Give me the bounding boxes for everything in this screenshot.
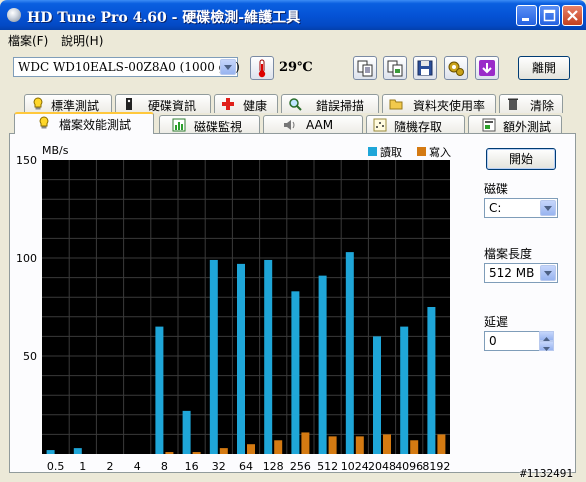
- y-axis-unit-label: MB/s: [42, 144, 69, 157]
- x-tick-label: 32: [212, 460, 226, 473]
- read-bar: [73, 448, 82, 454]
- file-length-value: 512 MB: [489, 266, 535, 280]
- legend-read-label: 讀取: [380, 145, 402, 159]
- write-bar: [165, 452, 174, 454]
- read-bar: [237, 263, 245, 454]
- drive-letter-label: 磁碟: [484, 182, 509, 196]
- delay-value: 0: [489, 334, 497, 348]
- file-length-select[interactable]: 512 MB: [484, 263, 558, 283]
- x-tick-label: 0.5: [47, 460, 65, 473]
- delay-input[interactable]: 0: [484, 331, 540, 351]
- y-tick-label: 100: [16, 252, 37, 265]
- delay-stepper[interactable]: [539, 331, 554, 351]
- read-bar: [345, 252, 354, 454]
- read-bar: [46, 450, 55, 454]
- drive-letter-value: C:: [489, 201, 502, 215]
- write-bar: [410, 440, 419, 454]
- x-tick-label: 1024: [341, 460, 369, 473]
- read-bar: [264, 259, 273, 454]
- tab-file-benchmark[interactable]: 檔案效能測試: [14, 112, 154, 134]
- x-tick-label: 64: [239, 460, 253, 473]
- legend-write-swatch: [417, 147, 426, 156]
- x-tick-label: 2: [107, 460, 114, 473]
- read-bar: [209, 259, 218, 454]
- chevron-down-icon[interactable]: [540, 265, 556, 281]
- x-tick-label: 1: [79, 460, 86, 473]
- stepper-up-button[interactable]: [539, 331, 554, 341]
- write-bar: [192, 452, 201, 454]
- read-bar: [155, 326, 164, 454]
- x-tick-label: 4: [134, 460, 141, 473]
- write-bar: [355, 436, 364, 454]
- read-bar: [373, 336, 381, 454]
- stepper-down-button[interactable]: [539, 341, 554, 351]
- y-tick-label: 150: [16, 154, 37, 167]
- benchmark-chart: 50 100 150 MB/s 0.5 1 2 4 8 16 32 64 128 256 512 1024 20…: [16, 144, 451, 473]
- file-length-label: 檔案長度: [484, 247, 533, 261]
- write-bar: [247, 444, 255, 454]
- x-tick-label: 512: [317, 460, 338, 473]
- x-tick-label: 128: [263, 460, 284, 473]
- legend-read-swatch: [368, 147, 377, 156]
- x-tick-label: 2048: [368, 460, 396, 473]
- y-tick-label: 50: [23, 350, 37, 363]
- drive-letter-select[interactable]: C:: [484, 198, 558, 218]
- read-bar: [182, 410, 191, 454]
- write-bar: [219, 448, 228, 454]
- delay-label: 延遲: [484, 315, 509, 329]
- write-bar: [301, 432, 310, 454]
- file-benchmark-icon: [39, 116, 49, 129]
- x-tick-label: 256: [290, 460, 311, 473]
- x-tick-label: 4096: [395, 460, 423, 473]
- read-bar: [291, 291, 300, 454]
- start-button[interactable]: 開始: [486, 148, 556, 170]
- write-bar: [328, 436, 337, 454]
- watermark: #1132491: [520, 467, 573, 480]
- read-bar: [427, 307, 436, 454]
- write-bar: [383, 434, 391, 454]
- read-bar: [318, 275, 327, 454]
- chevron-down-icon: [543, 347, 550, 351]
- chevron-down-icon[interactable]: [540, 200, 556, 216]
- tab-label: 檔案效能測試: [59, 118, 132, 132]
- write-bar: [274, 440, 283, 454]
- x-tick-label: 8192: [422, 460, 450, 473]
- x-tick-label: 8: [161, 460, 168, 473]
- read-bar: [400, 326, 409, 454]
- app-window: HD Tune Pro 4.60 - 硬碟檢測-維護工具 檔案(F) 說明(H)…: [0, 0, 586, 482]
- write-bar: [437, 434, 446, 454]
- legend-write-label: 寫入: [429, 145, 451, 159]
- x-tick-label: 16: [185, 460, 199, 473]
- plot-area: [42, 160, 450, 454]
